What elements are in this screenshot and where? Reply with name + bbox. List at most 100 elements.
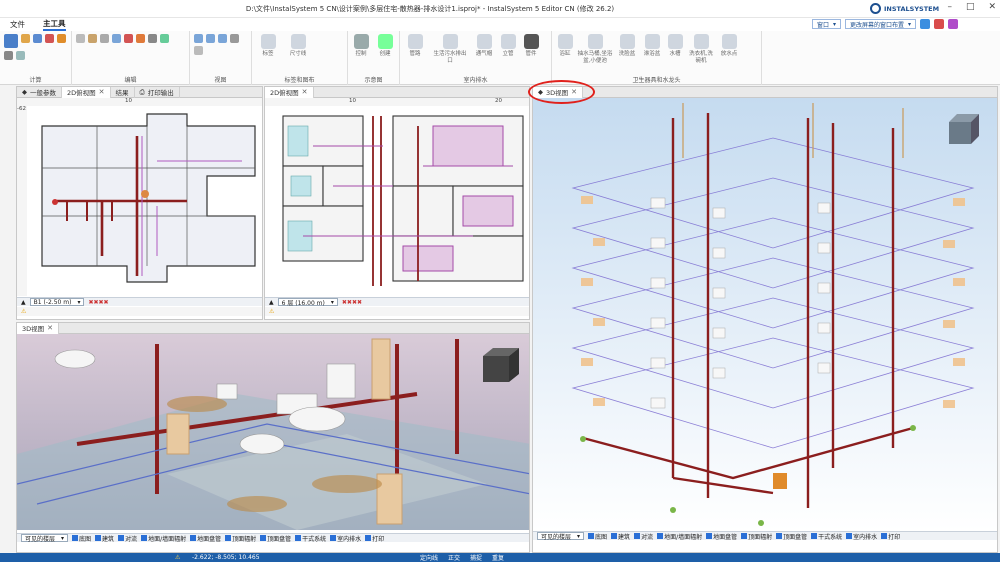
layer-label: 顶面辐射	[232, 535, 257, 543]
tab-label: 3D视图	[546, 89, 569, 97]
pipe-button[interactable]: 管路	[404, 34, 426, 58]
print-icon[interactable]	[45, 34, 54, 43]
view-cube[interactable]	[483, 348, 519, 382]
zoom-in-icon[interactable]	[194, 34, 203, 43]
tab-2d-view[interactable]: 2D俯视图 ✕	[265, 87, 314, 98]
layer-toggle[interactable]: 地面/墙面辐射	[657, 532, 702, 541]
status-ortho-line[interactable]: 定向线	[420, 553, 438, 562]
outlet-button[interactable]: 生活污水排出口	[432, 34, 468, 65]
layer-toggle[interactable]: 建筑	[611, 532, 630, 541]
copy-icon[interactable]	[76, 34, 85, 43]
rotate-icon[interactable]	[160, 34, 169, 43]
layer-toggle[interactable]: 干式系统	[811, 532, 842, 541]
undo-icon[interactable]	[16, 51, 25, 60]
floor-plan-basement[interactable]	[27, 106, 263, 296]
status-snap[interactable]: 捕捉	[470, 553, 482, 562]
layer-toggle[interactable]: 室内排水	[846, 532, 877, 541]
layer-toggle[interactable]: 顶面辐射	[741, 532, 772, 541]
gear-icon[interactable]	[4, 51, 13, 60]
status-orthogonal[interactable]: 正交	[448, 553, 460, 562]
tab-print[interactable]: ⎙ 打印输出	[135, 87, 180, 98]
clipboard-icon[interactable]	[100, 34, 109, 43]
layer-toggle[interactable]: 地面/墙面辐射	[141, 534, 186, 543]
paste-icon[interactable]	[88, 34, 97, 43]
layer-toggle[interactable]: 对流	[634, 532, 653, 541]
layer-toggle[interactable]: 打印	[365, 534, 384, 543]
washer-button[interactable]: 洗衣机,洗碗机	[687, 34, 715, 65]
close-icon[interactable]: ✕	[302, 88, 308, 96]
riser-button[interactable]: 立管	[500, 34, 516, 58]
fitting-button[interactable]: 管件	[522, 34, 540, 58]
arrow-up-icon[interactable]: ▲	[269, 299, 274, 306]
layer-toggle[interactable]: 顶面盘管	[260, 534, 291, 543]
calc-icon[interactable]	[4, 34, 18, 48]
layer-toggle[interactable]: 顶面辐射	[225, 534, 256, 543]
close-icon[interactable]: ✕	[571, 88, 577, 96]
vent-cap-button[interactable]: 通气帽	[474, 34, 494, 58]
close-icon[interactable]: ✕	[988, 2, 996, 12]
cut-icon[interactable]	[136, 34, 145, 43]
3d-detail-view[interactable]	[17, 334, 530, 530]
fire-icon[interactable]	[57, 34, 66, 43]
menu-main-tools[interactable]: 主工具	[43, 18, 66, 31]
settings-icon[interactable]	[948, 19, 958, 29]
layer-toggle[interactable]: 室内排水	[330, 534, 361, 543]
help-icon[interactable]	[920, 19, 930, 29]
save-icon[interactable]	[33, 34, 42, 43]
layers-icon[interactable]	[112, 34, 121, 43]
layer-toggle[interactable]: 顶面盘管	[776, 532, 807, 541]
folder-icon[interactable]	[21, 34, 30, 43]
floor-select[interactable]: B1 (-2.50 m) ▾	[29, 298, 85, 306]
visible-layers-select[interactable]: 可见的楼层 ▾	[537, 532, 585, 541]
layer-toggle[interactable]: 地面盘管	[190, 534, 221, 543]
dimension-button[interactable]: 尺寸线	[286, 34, 310, 58]
refresh-icon[interactable]	[194, 46, 203, 55]
warning-icon[interactable]: ⚠	[269, 308, 274, 315]
tab-general-params[interactable]: ◆ 一般参数	[17, 87, 62, 98]
bathtub-button[interactable]: 浴缸	[556, 34, 574, 58]
move-icon[interactable]	[148, 34, 157, 43]
fixture-icon[interactable]: ✖✖✖✖	[88, 299, 108, 306]
toilet-button[interactable]: 抽水马桶,坐浴盆,小便池	[577, 34, 613, 65]
layout-dropdown[interactable]: 更改屏幕的窗口布置 ▾	[844, 19, 916, 29]
tap-button[interactable]: 放水点	[718, 34, 740, 58]
view-cube[interactable]	[949, 114, 979, 144]
pane-3d-detail: 3D视图 ✕ 可见的楼层 ▾ 底图 建筑 对流 地面/墙面辐射 地面盘管 顶面辐射 …	[16, 322, 530, 553]
zoom-fit-icon[interactable]	[218, 34, 227, 43]
create-button[interactable]: 创建	[376, 34, 394, 58]
minimize-icon[interactable]: –	[947, 2, 952, 12]
layer-toggle[interactable]: 底图	[588, 532, 607, 541]
delete-icon[interactable]	[124, 34, 133, 43]
maximize-icon[interactable]: □	[966, 2, 975, 12]
tab-2d-view[interactable]: 2D俯视图 ✕	[62, 87, 111, 98]
tab-results[interactable]: 结果	[111, 87, 135, 98]
fixture-icon[interactable]: ✖✖✖✖	[342, 299, 362, 306]
tab-3d-view[interactable]: ◆ 3D视图 ✕	[533, 87, 584, 98]
control-button[interactable]: 控制	[352, 34, 370, 58]
washbasin-button[interactable]: 洗脸盆	[616, 34, 638, 58]
zoom-out-icon[interactable]	[206, 34, 215, 43]
arrow-up-icon[interactable]: ▲	[21, 299, 26, 306]
layer-toggle[interactable]: 底图	[72, 534, 91, 543]
floor-plan-level6[interactable]	[273, 106, 530, 296]
label-button[interactable]: 标签	[256, 34, 280, 58]
floor-select[interactable]: 6 层 (16.00 m) ▾	[277, 298, 338, 307]
layer-toggle[interactable]: 地面盘管	[706, 532, 737, 541]
layer-toggle[interactable]: 对流	[118, 534, 137, 543]
camera-icon[interactable]	[934, 19, 944, 29]
shower-button[interactable]: 淋浴盆	[641, 34, 663, 58]
window-dropdown[interactable]: 窗口 ▾	[811, 19, 841, 29]
layer-toggle[interactable]: 干式系统	[295, 534, 326, 543]
layer-toggle[interactable]: 打印	[881, 532, 900, 541]
visible-layers-select[interactable]: 可见的楼层 ▾	[21, 534, 69, 543]
close-icon[interactable]: ✕	[47, 324, 53, 332]
3d-building-view[interactable]	[533, 98, 998, 531]
tab-3d-view[interactable]: 3D视图 ✕	[17, 323, 60, 334]
warning-icon[interactable]: ⚠	[21, 308, 26, 315]
sink-button[interactable]: 水槽	[666, 34, 684, 58]
menu-file[interactable]: 文件	[10, 19, 25, 30]
layer-toggle[interactable]: 建筑	[95, 534, 114, 543]
close-icon[interactable]: ✕	[99, 88, 105, 96]
status-repeat[interactable]: 重复	[492, 553, 504, 562]
pan-icon[interactable]	[230, 34, 239, 43]
